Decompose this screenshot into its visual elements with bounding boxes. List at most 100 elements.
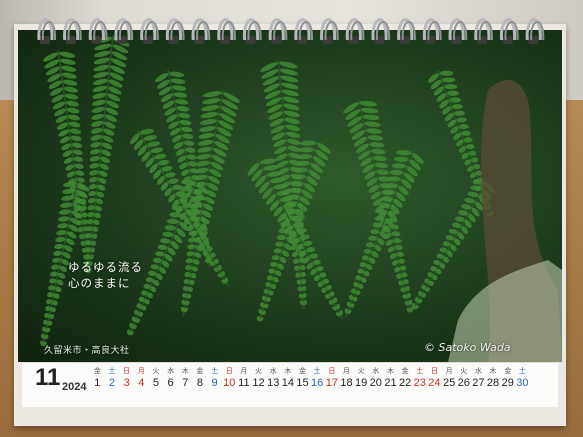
day-cell: 木 21 [383,366,398,389]
day-of-week: 木 [489,368,497,375]
binding-ring [345,18,365,44]
day-cell: 金1 [90,366,105,389]
day-of-week: 日 [225,368,233,375]
day-of-week: 日 [430,368,438,375]
day-number: 22 [398,377,412,389]
binding-ring [320,18,339,44]
day-of-week: 火 [460,368,468,375]
day-cell: 日 10 [222,366,237,389]
day-number: 5 [152,377,160,389]
day-of-week: 土 [416,368,424,375]
day-cell: 金8 [193,366,208,389]
day-cell: 水 20 [368,366,383,389]
day-cell: 木7 [178,366,193,389]
day-number: 19 [355,377,368,389]
day-cell: 月 18 [339,366,354,389]
day-of-week: 水 [269,368,277,375]
day-number: 28 [486,377,500,389]
day-number: 12 [252,377,265,389]
binding-ring [448,18,468,44]
binding-ring [165,18,185,44]
binding-ring [217,18,236,44]
day-number: 29 [501,377,514,389]
day-cell: 火 12 [251,366,266,389]
binding-ring [140,18,159,44]
binding-ring [37,18,57,44]
day-of-week: 日 [123,368,131,375]
day-of-week: 水 [372,368,380,375]
binding-ring [88,18,108,44]
day-of-week: 金 [196,368,204,375]
day-of-week: 金 [504,368,512,375]
binding-ring [397,18,416,44]
day-of-week: 月 [240,368,248,375]
day-number: 2 [108,377,116,389]
day-number: 17 [325,377,338,389]
day-cell: 水 27 [471,366,486,389]
day-number: 18 [340,377,353,389]
day-of-week: 金 [299,368,307,375]
binding-ring [114,18,134,44]
day-cell: 火 19 [354,366,369,389]
day-of-week: 木 [386,368,394,375]
day-of-week: 火 [357,368,365,375]
year-number: 2024 [62,381,87,393]
day-number: 1 [94,377,101,389]
day-of-week: 土 [518,368,526,375]
day-cell: 金 15 [295,366,310,389]
day-row: 金 1 土 2 日 3 月 4 火 5 水 6 木 7 金 8 土 9 日 10 月 11 火 12 水 13 木 14 金 15 土 16 日… [90,366,530,389]
tagline-line-1: ゆるゆる流る [68,260,143,274]
binding-ring [191,18,211,44]
day-cell: 月4 [134,366,149,389]
day-number: 15 [296,377,309,389]
day-of-week: 土 [211,368,219,375]
day-cell: 日3 [119,366,134,389]
day-cell: 日 24 [427,366,442,389]
day-number: 13 [267,377,280,389]
binding-ring [500,18,519,44]
binding-ring [525,18,545,44]
day-of-week: 月 [342,368,350,375]
day-cell: 金 22 [398,366,413,389]
day-number: 7 [182,377,189,389]
fern-photo [18,30,562,362]
day-cell: 木 14 [281,366,296,389]
day-cell: 木 28 [486,366,501,389]
day-of-week: 水 [474,368,482,375]
day-cell: 土2 [105,366,120,389]
day-of-week: 水 [167,368,175,375]
day-number: 9 [211,377,218,389]
day-number: 23 [413,377,426,389]
day-cell: 土 23 [412,366,427,389]
day-cell: 火5 [149,366,164,389]
day-number: 11 [238,377,250,389]
day-number: 6 [167,377,174,389]
day-number: 26 [457,377,470,389]
binding-ring [371,18,391,44]
day-number: 14 [281,377,294,389]
day-of-week: 月 [445,368,453,375]
day-number: 21 [384,377,397,389]
day-number: 30 [516,377,529,389]
binding-ring [294,18,314,44]
day-of-week: 日 [328,368,336,375]
day-cell: 水 13 [266,366,281,389]
tagline: ゆるゆる流る 心のままに [68,259,143,291]
spiral-binding [37,18,545,44]
location-caption: 久留米市・高良大社 [44,346,130,356]
day-of-week: 火 [152,368,160,375]
day-of-week: 金 [401,368,409,375]
day-cell: 水6 [163,366,178,389]
month-number: 11 [35,364,61,391]
day-cell: 月 25 [442,366,457,389]
day-of-week: 土 [108,368,116,375]
fern-illustration [40,34,562,362]
day-number: 8 [196,377,203,389]
scene: ゆるゆる流る 心のままに 久留米市・高良大社 © Satoko Wada 11 … [0,0,583,437]
day-of-week: 金 [93,368,101,375]
day-cell: 土 30 [515,366,530,389]
day-cell: 月 11 [237,366,252,389]
day-of-week: 火 [255,368,263,375]
day-number: 16 [311,377,324,389]
photo-credit: © Satoko Wada [424,341,511,354]
